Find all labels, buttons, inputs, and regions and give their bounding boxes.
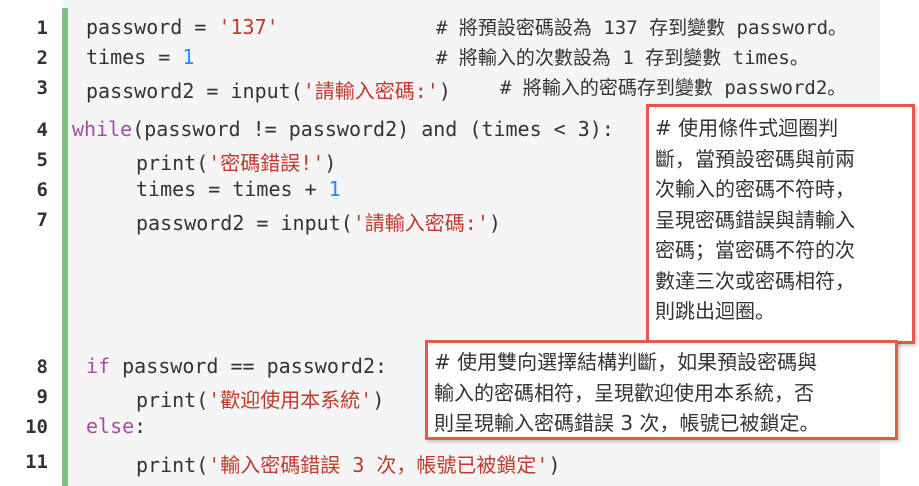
code-line-11: print('輸入密碼錯誤 3 次，帳號已被鎖定') [136,453,561,477]
code-line-5: print('密碼錯誤!') [136,151,337,175]
line-number: 11 [25,451,48,473]
line-number: 6 [36,179,48,201]
callout-line: # 使用雙向選擇結構判斷，如果預設密碼與 [434,350,818,374]
line-number: 10 [25,416,48,438]
code-line-4: while(password != password2) and (times … [72,117,614,141]
line-number: 4 [36,119,48,141]
line-number: 8 [36,356,48,378]
callout-while-loop: # 使用條件式迴圈判 斷，當預設密碼與前兩 次輸入的密碼不符時， 呈現密碼錯誤與… [646,104,915,344]
comment-line-3: # 將輸入的密碼存到變數 password2。 [500,77,847,99]
code-line-7: password2 = input('請輸入密碼:') [136,211,501,235]
line-number: 2 [36,47,48,69]
callout-line: 呈現密碼錯誤與請輸入 [655,207,855,232]
gutter-bar [62,8,68,486]
line-number: 9 [36,386,48,408]
line-number: 7 [36,209,48,231]
code-line-6: times = times + 1 [136,177,341,201]
callout-line: 密碼；當密碼不符的次 [655,238,855,262]
line-number: 5 [36,149,48,171]
callout-line: 斷，當預設密碼與前兩 [655,146,855,171]
callout-line: 輸入的密碼相符，呈現歡迎使用本系統，否 [434,380,814,405]
code-line-8: if password == password2: [86,354,388,378]
callout-if-else: # 使用雙向選擇結構判斷，如果預設密碼與 輸入的密碼相符，呈現歡迎使用本系統，否… [425,340,898,440]
code-line-9: print('歡迎使用本系統') [136,388,385,412]
line-number: 1 [36,17,48,39]
callout-line: # 使用條件式迴圈判 [655,116,839,140]
callout-line: 則呈現輸入密碼錯誤 3 次，帳號已被鎖定。 [434,411,820,435]
comment-line-2: # 將輸入的次數設為 1 存到變數 times。 [436,47,809,69]
line-number: 3 [36,77,48,99]
callout-line: 則跳出迴圈。 [655,299,775,323]
code-line-3: password2 = input('請輸入密碼:') [86,79,451,103]
code-line-1: password = '137' [86,15,279,39]
callout-line: 數達三次或密碼相符， [655,268,855,293]
code-line-2: times = 1 [86,45,195,69]
callout-line: 次輸入的密碼不符時， [655,177,855,201]
code-line-10: else: [86,414,147,438]
comment-line-1: # 將預設密碼設為 137 存到變數 password。 [436,17,848,39]
